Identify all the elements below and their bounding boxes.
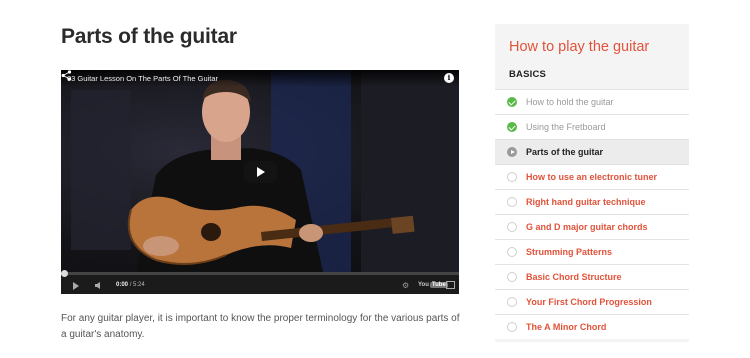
lesson-item[interactable]: Parts of the guitar [495,139,689,164]
youtube-logo-you: You [418,282,429,288]
empty-circle-icon [507,297,517,307]
lesson-item[interactable]: G and D major guitar chords [495,214,689,239]
lesson-item[interactable]: How to hold the guitar [495,89,689,114]
lesson-label[interactable]: Strumming Patterns [526,247,612,257]
lesson-item[interactable]: Using the Fretboard [495,114,689,139]
youtube-logo[interactable]: You Tube [418,282,448,288]
video-player[interactable]: 03 Guitar Lesson On The Parts Of The Gui… [61,70,459,294]
video-frame[interactable]: 03 Guitar Lesson On The Parts Of The Gui… [61,70,459,272]
lesson-label[interactable]: The A Minor Chord [526,322,606,332]
course-title[interactable]: How to play the guitar [509,39,649,55]
course-sidebar: How to play the guitar BASICS How to hol… [495,24,689,342]
empty-circle-icon [507,172,517,182]
empty-circle-icon [507,247,517,257]
current-time: 0:00 [116,282,129,288]
lesson-label[interactable]: Basic Chord Structure [526,272,622,282]
empty-circle-icon [507,322,517,332]
gear-icon[interactable]: ⚙ [402,281,409,290]
page-title: Parts of the guitar [61,25,237,48]
info-icon[interactable]: i [444,73,454,83]
lesson-label[interactable]: G and D major guitar chords [526,222,648,232]
share-icon[interactable] [61,70,72,81]
video-controls: 0:00 / 5:24 ⚙ You Tube [61,270,459,294]
lesson-item[interactable]: Your First Chord Progression [495,289,689,314]
check-circle-icon [507,97,517,107]
lesson-label: Parts of the guitar [526,147,604,157]
lesson-label[interactable]: Using the Fretboard [526,122,606,132]
empty-circle-icon [507,272,517,282]
play-icon [257,167,265,177]
duration: / 5:24 [129,282,145,288]
lesson-list: How to hold the guitar Using the Fretboar… [495,89,689,339]
lesson-item[interactable]: The A Minor Chord [495,314,689,339]
fullscreen-icon[interactable] [446,281,455,289]
progress-knob[interactable] [61,270,68,277]
lesson-item[interactable]: Right hand guitar technique [495,189,689,214]
video-title[interactable]: 03 Guitar Lesson On The Parts Of The Gui… [67,74,218,83]
empty-circle-icon [507,222,517,232]
control-play-icon[interactable] [73,282,79,290]
lesson-label[interactable]: How to hold the guitar [526,97,614,107]
empty-circle-icon [507,197,517,207]
lesson-label[interactable]: Right hand guitar technique [526,197,646,207]
section-label: BASICS [509,69,547,80]
lesson-item[interactable]: Strumming Patterns [495,239,689,264]
play-circle-icon [507,147,517,157]
lesson-label[interactable]: How to use an electronic tuner [526,172,657,182]
volume-icon[interactable] [95,282,103,289]
progress-bar[interactable] [61,270,459,277]
lesson-description: For any guitar player, it is important t… [61,313,460,340]
lesson-item[interactable]: Basic Chord Structure [495,264,689,289]
check-circle-icon [507,122,517,132]
play-button[interactable] [244,161,277,183]
time-display: 0:00 / 5:24 [116,282,145,288]
lesson-item[interactable]: How to use an electronic tuner [495,164,689,189]
lesson-label[interactable]: Your First Chord Progression [526,297,652,307]
